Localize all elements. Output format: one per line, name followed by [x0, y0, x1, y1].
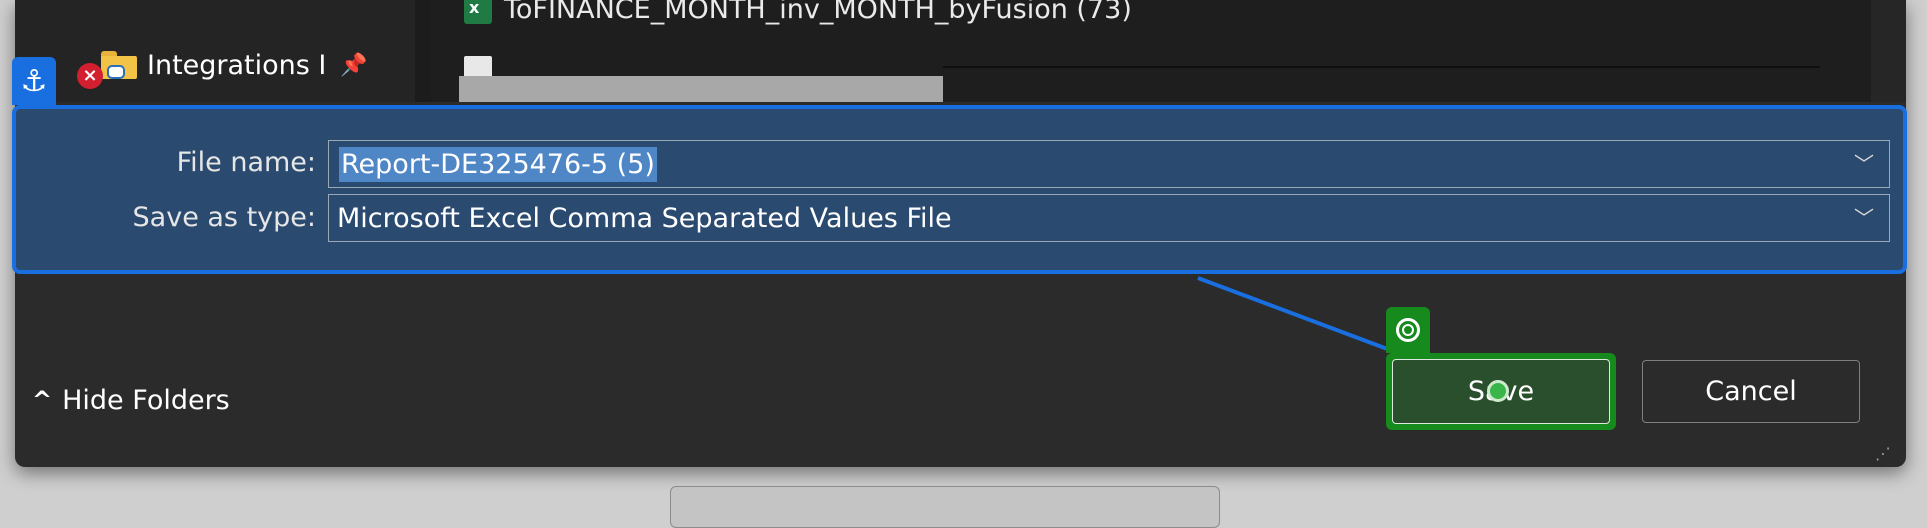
resize-grip-icon[interactable]: ⋰ — [1875, 444, 1893, 463]
annotation-highlight-box — [12, 105, 1907, 274]
anchor-icon: ⚓ — [12, 57, 56, 105]
target-icon — [1386, 307, 1430, 353]
hide-folders-label: Hide Folders — [62, 384, 230, 416]
list-item-placeholder — [459, 76, 943, 102]
chevron-down-icon[interactable]: ﹀ — [1851, 203, 1877, 230]
save-type-value: Microsoft Excel Comma Separated Values F… — [337, 202, 952, 234]
cancel-button[interactable]: Cancel — [1642, 360, 1860, 423]
chevron-up-icon: ^ — [32, 386, 53, 414]
chevron-down-icon[interactable]: ﹀ — [1851, 149, 1877, 176]
cursor-indicator-icon — [1487, 380, 1509, 402]
navigation-pane: Integrations I 📌 — [15, 0, 415, 102]
file-name-field[interactable]: Report-DE325476-5 (5) ﹀ — [328, 140, 1890, 188]
nav-item-integrations[interactable]: Integrations I 📌 — [101, 46, 368, 84]
hide-folders-button[interactable]: ^ Hide Folders — [32, 382, 230, 418]
pane-splitter[interactable] — [415, 0, 431, 102]
nav-item-label: Integrations I — [147, 49, 327, 81]
folder-network-icon — [101, 51, 137, 79]
divider — [943, 66, 1820, 68]
file-name-text: ToFINANCE_MONTH_inv_MONTH_byFusion (73) — [504, 0, 1132, 25]
save-type-select[interactable]: Microsoft Excel Comma Separated Values F… — [328, 194, 1890, 242]
pin-icon: 📌 — [340, 52, 368, 78]
vertical-scrollbar[interactable] — [1871, 0, 1906, 102]
file-name-label: File name: — [176, 147, 316, 178]
background-window-element — [670, 486, 1220, 528]
file-list-item[interactable]: x ToFINANCE_MONTH_inv_MONTH_byFusion (73… — [464, 0, 1132, 26]
error-icon: × — [77, 63, 103, 89]
save-button-face[interactable]: Save — [1392, 359, 1610, 424]
excel-file-icon: x — [464, 0, 492, 24]
save-button[interactable]: Save — [1386, 353, 1616, 430]
save-type-label: Save as type: — [132, 202, 316, 233]
file-name-value: Report-DE325476-5 (5) — [339, 146, 657, 182]
